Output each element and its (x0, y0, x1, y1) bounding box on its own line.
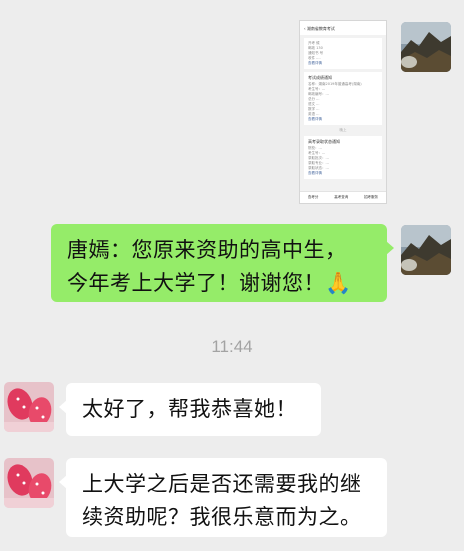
screenshot-link: 查看详情 (308, 171, 322, 175)
message-bubble-me[interactable]: 唐嫣：您原来资助的高中生， 今年考上大学了！谢谢您！🙏 (51, 224, 394, 302)
screenshot-tab: 招考服务 (364, 195, 379, 199)
screenshot-card-3: 高考录取状态通知 院校：... 考生号：... 录取批次：... 录取专业：..… (304, 136, 382, 179)
screenshot-tab: 查考分 (307, 195, 319, 199)
screenshot-tab: 高考查询 (334, 195, 349, 199)
screenshot-link: 查看详情 (308, 61, 322, 65)
avatar-contact[interactable] (4, 382, 54, 432)
screenshot-link: 查看详情 (308, 117, 322, 121)
message-text: 唐嫣：您原来资助的高中生， (67, 238, 347, 262)
nails-avatar-icon (4, 382, 54, 432)
message-bubble-contact[interactable]: 太好了，帮我恭喜她！ (59, 383, 321, 436)
mountain-avatar-icon (401, 225, 451, 275)
mountain-avatar-icon (401, 22, 451, 72)
avatar-me[interactable] (401, 225, 451, 275)
screenshot-tab-bar: 查考分 高考查询 招考服务 (300, 191, 386, 203)
message-text: 太好了，帮我恭喜她！ (82, 397, 297, 421)
avatar-contact[interactable] (4, 458, 54, 508)
avatar-me[interactable] (401, 22, 451, 72)
message-text: 续资助呢？我很乐意而为之。 (82, 505, 362, 529)
screenshot-card-1: 开考 候 邮政 130 通知书 号 收件 .... 查看详情 (304, 38, 382, 69)
screenshot-time: 晚上 (339, 128, 347, 132)
message-bubble-contact[interactable]: 上大学之后是否还需要我的继 续资助呢？我很乐意而为之。 (59, 458, 387, 537)
screenshot-title-bar: ‹ 湖南省教育考试 (300, 21, 386, 35)
screenshot-card-title: 考试成绩通知 (308, 75, 332, 80)
message-text: 上大学之后是否还需要我的继 (82, 472, 362, 496)
screenshot-title: 湖南省教育考试 (306, 25, 335, 31)
nails-avatar-icon (4, 458, 54, 508)
screenshot-card-2: 考试成绩通知 名称：湖南2019年普通高考(湖南) 考生号：... 邮政编号：.… (304, 72, 382, 125)
message-text: 今年考上大学了！谢谢您！🙏 (67, 271, 352, 295)
chat-timestamp: 11:44 (211, 337, 253, 356)
screenshot-card-title: 高考录取状态通知 (308, 139, 340, 144)
screenshot-image-message[interactable]: ‹ 湖南省教育考试 开考 候 邮政 130 通知书 号 收件 .... 查看详情… (299, 20, 387, 204)
